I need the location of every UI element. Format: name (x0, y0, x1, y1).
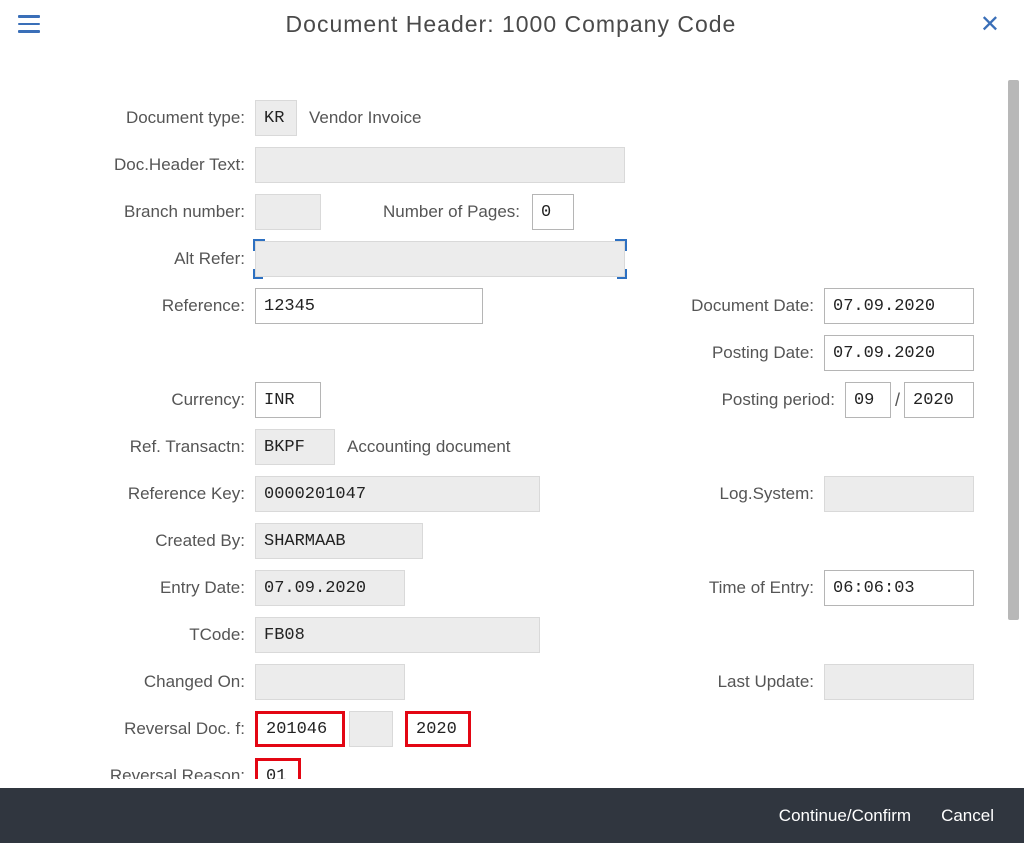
last-update-label: Last Update: (674, 672, 824, 692)
number-of-pages-input[interactable] (532, 194, 574, 230)
branch-number-label: Branch number: (30, 202, 255, 222)
dialog-title: Document Header: 1000 Company Code (54, 11, 968, 38)
document-date-input[interactable] (824, 288, 974, 324)
currency-label: Currency: (30, 390, 255, 410)
document-type-label: Document type: (30, 108, 255, 128)
cancel-button[interactable]: Cancel (941, 806, 994, 826)
vertical-scrollbar[interactable] (1008, 80, 1019, 620)
created-by-label: Created By: (30, 531, 255, 551)
changed-on-input[interactable] (255, 664, 405, 700)
log-system-label: Log.System: (689, 484, 824, 504)
currency-input[interactable] (255, 382, 321, 418)
reversal-doc-year-input[interactable] (405, 711, 471, 747)
titlebar: Document Header: 1000 Company Code ✕ (0, 0, 1024, 48)
form-content: Document type: Vendor Invoice Doc.Header… (0, 60, 1004, 779)
document-type-code-input[interactable] (255, 100, 297, 136)
tcode-label: TCode: (30, 625, 255, 645)
branch-number-input[interactable] (255, 194, 321, 230)
alt-refer-label: Alt Refer: (30, 249, 255, 269)
entry-date-input[interactable] (255, 570, 405, 606)
posting-period-month-input[interactable] (845, 382, 891, 418)
doc-header-text-input[interactable] (255, 147, 625, 183)
reference-key-input[interactable] (255, 476, 540, 512)
posting-period-separator: / (891, 390, 904, 411)
reference-key-label: Reference Key: (30, 484, 255, 504)
menu-button[interactable] (18, 6, 54, 42)
reversal-reason-input[interactable] (255, 758, 301, 779)
document-date-label: Document Date: (674, 296, 824, 316)
reference-input[interactable] (255, 288, 483, 324)
time-of-entry-input[interactable] (824, 570, 974, 606)
entry-date-label: Entry Date: (30, 578, 255, 598)
reversal-doc-label: Reversal Doc. f: (30, 719, 255, 739)
doc-header-text-label: Doc.Header Text: (30, 155, 255, 175)
alt-refer-input[interactable] (255, 241, 625, 277)
posting-period-label: Posting period: (695, 390, 845, 410)
reversal-doc-gap-input[interactable] (349, 711, 393, 747)
posting-date-label: Posting Date: (674, 343, 824, 363)
reversal-doc-number-input[interactable] (255, 711, 345, 747)
time-of-entry-label: Time of Entry: (674, 578, 824, 598)
ref-transactn-input[interactable] (255, 429, 335, 465)
tcode-input[interactable] (255, 617, 540, 653)
reversal-reason-label: Reversal Reason: (30, 766, 255, 779)
log-system-input[interactable] (824, 476, 974, 512)
number-of-pages-label: Number of Pages: (383, 202, 520, 222)
changed-on-label: Changed On: (30, 672, 255, 692)
ref-transactn-description: Accounting document (347, 437, 511, 457)
last-update-input[interactable] (824, 664, 974, 700)
continue-confirm-button[interactable]: Continue/Confirm (779, 806, 911, 826)
posting-date-input[interactable] (824, 335, 974, 371)
footer-bar: Continue/Confirm Cancel (0, 788, 1024, 843)
close-button[interactable]: ✕ (968, 10, 1012, 39)
posting-period-year-input[interactable] (904, 382, 974, 418)
reference-label: Reference: (30, 296, 255, 316)
document-type-description: Vendor Invoice (309, 108, 421, 128)
created-by-input[interactable] (255, 523, 423, 559)
ref-transactn-label: Ref. Transactn: (30, 437, 255, 457)
